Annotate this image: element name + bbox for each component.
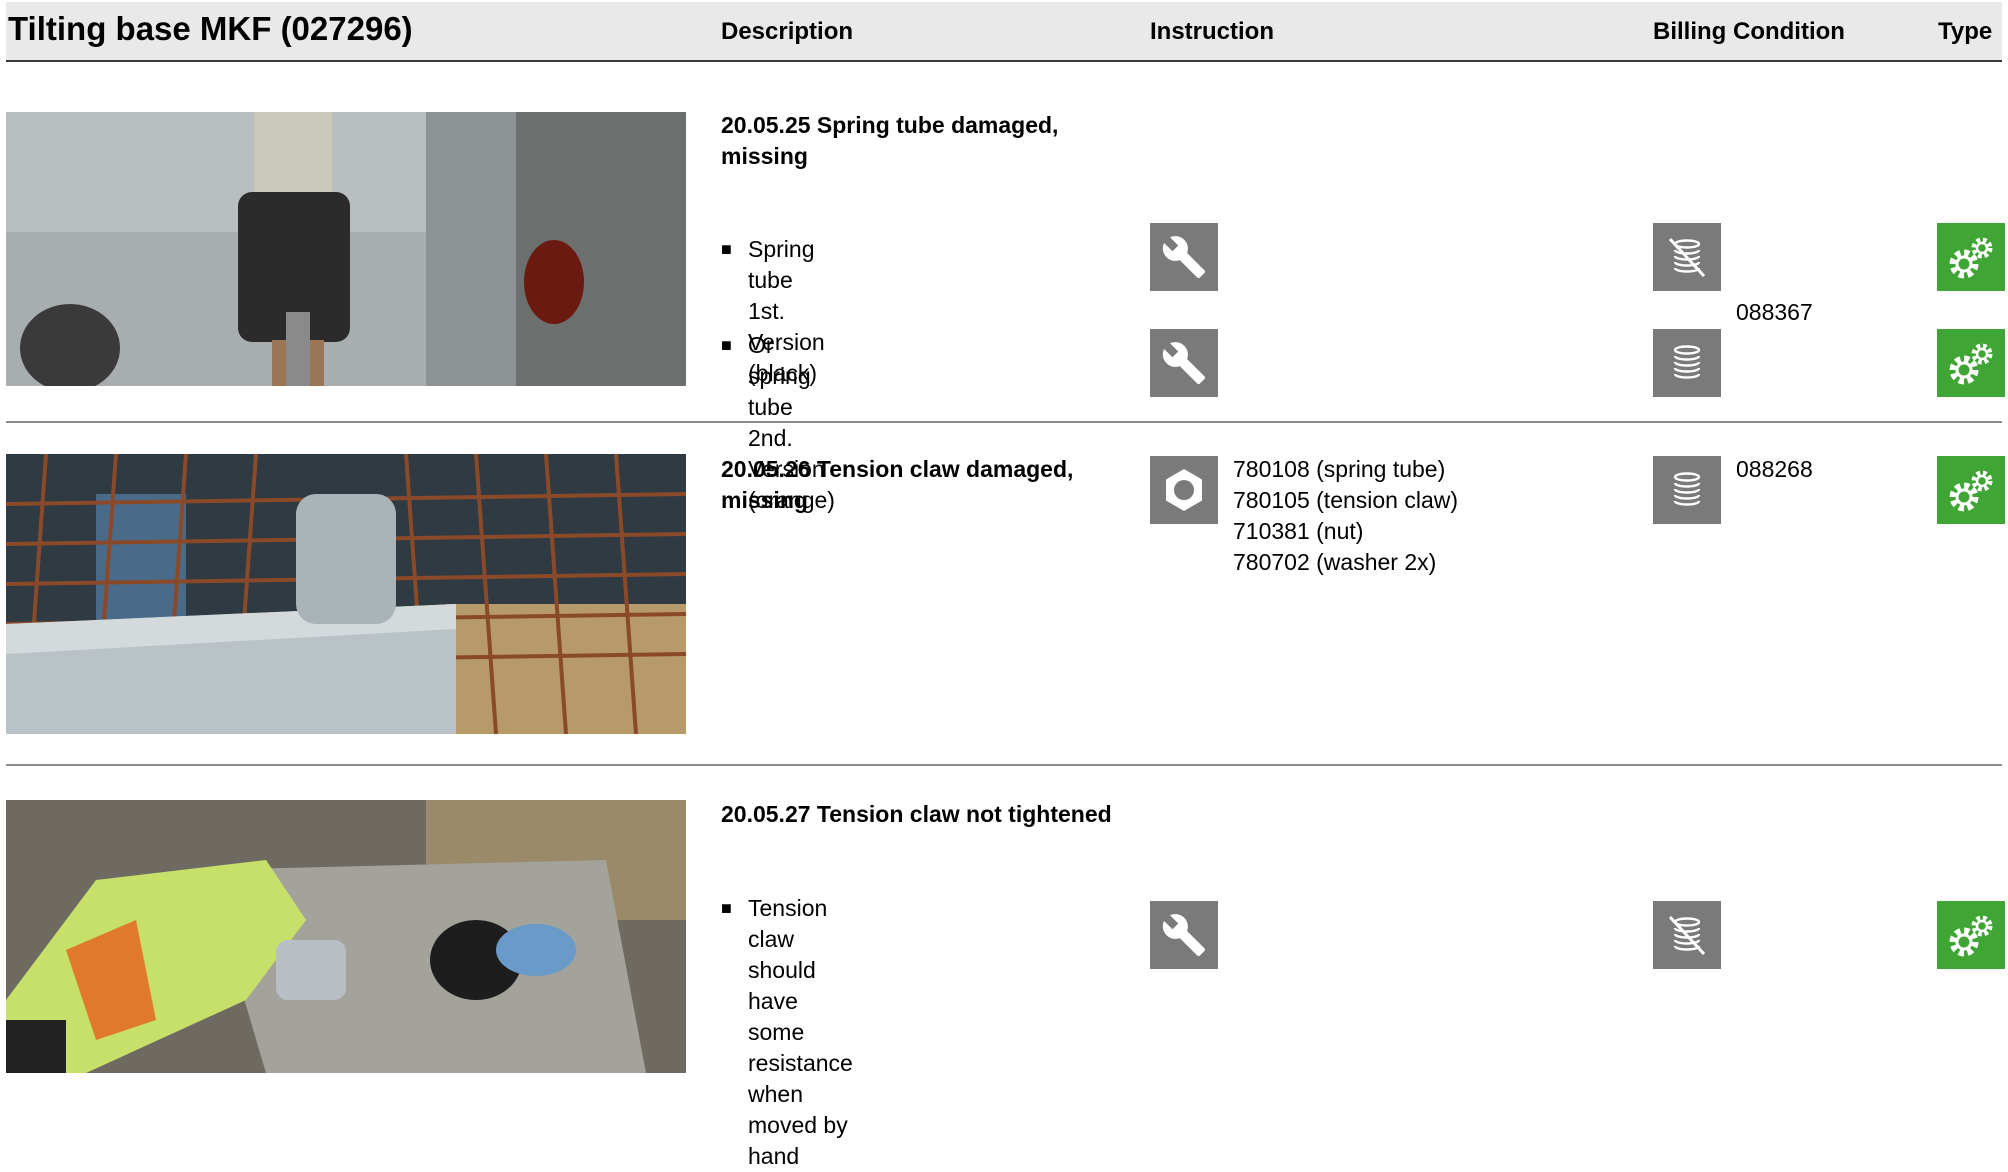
wrench-icon [1150, 329, 1218, 397]
no-billing-coins-icon [1653, 901, 1721, 969]
spring-tube-photo [6, 112, 686, 386]
gears-icon [1937, 901, 2005, 969]
part-number: 780108 (spring tube) [1233, 456, 1446, 482]
defect-heading-20-05-27: 20.05.27 Tension claw not tightened [721, 801, 1112, 827]
part-number: 780702 (washer 2x) [1233, 549, 1437, 575]
page-title: Tilting base MKF (027296) [8, 10, 413, 47]
no-billing-coins-icon [1653, 223, 1721, 291]
gears-icon [1937, 456, 2005, 524]
tension-claw-hand-photo [6, 800, 686, 1073]
column-header-instruction: Instruction [1150, 18, 1274, 45]
defect-heading-20-05-25: 20.05.25 Spring tube damaged, missing [721, 112, 1059, 169]
wrench-icon [1150, 901, 1218, 969]
column-header-billing: Billing Condition [1653, 18, 1845, 45]
row-divider [6, 421, 2002, 423]
billing-coins-icon [1653, 329, 1721, 397]
part-number: 780105 (tension claw) [1233, 487, 1459, 513]
tension-claw-photo [6, 454, 686, 734]
billing-code: 088367 [1736, 299, 1813, 325]
spare-parts-list: 780108 (spring tube) 780105 (tension cla… [1233, 454, 1458, 578]
defect-heading-20-05-26: 20.05.26 Tension claw damaged, missing [721, 456, 1074, 513]
gears-icon [1937, 329, 2005, 397]
table-header: Tilting base MKF (027296) Description In… [6, 2, 2002, 62]
wrench-icon [1150, 223, 1218, 291]
nut-icon [1150, 456, 1218, 524]
bullet: ■ [721, 335, 732, 355]
bullet: ■ [721, 898, 732, 918]
column-header-type: Type [1938, 18, 1993, 45]
part-number: 710381 (nut) [1233, 518, 1364, 544]
billing-coins-icon [1653, 456, 1721, 524]
column-header-description: Description [721, 18, 854, 45]
gears-icon [1937, 223, 2005, 291]
row-divider [6, 764, 2002, 766]
billing-code: 088268 [1736, 456, 1813, 482]
bullet: ■ [721, 239, 732, 259]
